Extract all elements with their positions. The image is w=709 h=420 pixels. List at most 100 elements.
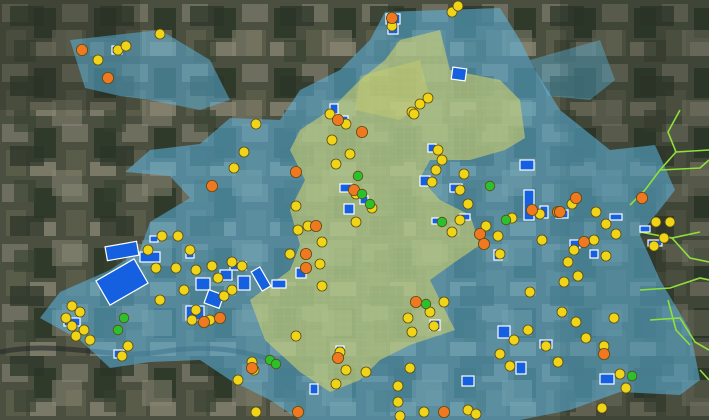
orange-map-marker[interactable] xyxy=(473,227,486,240)
orange-map-marker[interactable] xyxy=(598,347,611,360)
yellow-map-marker[interactable] xyxy=(290,330,302,342)
green-map-marker[interactable] xyxy=(626,370,638,382)
yellow-map-marker[interactable] xyxy=(154,28,166,40)
yellow-map-marker[interactable] xyxy=(292,224,304,236)
yellow-map-marker[interactable] xyxy=(426,176,438,188)
parcel-polygon[interactable] xyxy=(599,373,615,385)
yellow-map-marker[interactable] xyxy=(360,366,372,378)
orange-map-marker[interactable] xyxy=(245,361,258,374)
orange-map-marker[interactable] xyxy=(578,235,591,248)
orange-map-marker[interactable] xyxy=(437,405,450,418)
yellow-map-marker[interactable] xyxy=(614,368,626,380)
orange-map-marker[interactable] xyxy=(291,405,304,418)
yellow-map-marker[interactable] xyxy=(620,382,632,394)
parcel-polygon[interactable] xyxy=(519,159,535,171)
yellow-map-marker[interactable] xyxy=(394,410,406,420)
yellow-map-marker[interactable] xyxy=(524,286,536,298)
orange-map-marker[interactable] xyxy=(213,311,226,324)
yellow-map-marker[interactable] xyxy=(314,258,326,270)
yellow-map-marker[interactable] xyxy=(350,216,362,228)
yellow-map-marker[interactable] xyxy=(428,320,440,332)
parcel-polygon[interactable] xyxy=(343,203,355,215)
yellow-map-marker[interactable] xyxy=(406,326,418,338)
yellow-map-marker[interactable] xyxy=(92,54,104,66)
parcel-polygon[interactable] xyxy=(609,213,623,221)
yellow-map-marker[interactable] xyxy=(330,158,342,170)
yellow-map-marker[interactable] xyxy=(522,324,534,336)
yellow-map-marker[interactable] xyxy=(290,200,302,212)
map-view[interactable] xyxy=(0,0,709,420)
parcel-polygon[interactable] xyxy=(515,361,527,375)
yellow-map-marker[interactable] xyxy=(142,244,154,256)
green-map-marker[interactable] xyxy=(112,324,124,336)
yellow-map-marker[interactable] xyxy=(218,290,230,302)
parcel-polygon[interactable] xyxy=(497,325,511,339)
yellow-map-marker[interactable] xyxy=(206,260,218,272)
yellow-map-marker[interactable] xyxy=(438,296,450,308)
yellow-map-marker[interactable] xyxy=(658,232,670,244)
yellow-map-marker[interactable] xyxy=(458,168,470,180)
parcel-polygon[interactable] xyxy=(271,279,287,289)
yellow-map-marker[interactable] xyxy=(190,264,202,276)
yellow-map-marker[interactable] xyxy=(562,256,574,268)
orange-map-marker[interactable] xyxy=(299,261,312,274)
yellow-map-marker[interactable] xyxy=(430,164,442,176)
yellow-map-marker[interactable] xyxy=(600,250,612,262)
yellow-map-marker[interactable] xyxy=(402,312,414,324)
yellow-map-marker[interactable] xyxy=(236,260,248,272)
orange-map-marker[interactable] xyxy=(331,351,344,364)
yellow-map-marker[interactable] xyxy=(536,234,548,246)
green-map-marker[interactable] xyxy=(364,198,376,210)
yellow-map-marker[interactable] xyxy=(540,340,552,352)
yellow-map-marker[interactable] xyxy=(190,304,202,316)
yellow-map-marker[interactable] xyxy=(344,148,356,160)
yellow-map-marker[interactable] xyxy=(122,340,134,352)
yellow-map-marker[interactable] xyxy=(492,230,504,242)
parcel-polygon[interactable] xyxy=(237,275,251,291)
yellow-map-marker[interactable] xyxy=(250,406,262,418)
yellow-map-marker[interactable] xyxy=(418,406,430,418)
yellow-map-marker[interactable] xyxy=(404,362,416,374)
yellow-map-marker[interactable] xyxy=(454,184,466,196)
yellow-map-marker[interactable] xyxy=(610,228,622,240)
orange-map-marker[interactable] xyxy=(636,191,649,204)
orange-map-marker[interactable] xyxy=(102,72,115,85)
parcel-polygon[interactable] xyxy=(461,375,475,387)
green-map-marker[interactable] xyxy=(356,188,368,200)
green-map-marker[interactable] xyxy=(436,216,448,228)
yellow-map-marker[interactable] xyxy=(316,236,328,248)
orange-map-marker[interactable] xyxy=(331,114,344,127)
orange-map-marker[interactable] xyxy=(197,315,210,328)
yellow-map-marker[interactable] xyxy=(250,118,262,130)
yellow-map-marker[interactable] xyxy=(212,272,224,284)
yellow-map-marker[interactable] xyxy=(568,244,580,256)
orange-map-marker[interactable] xyxy=(309,219,322,232)
green-map-marker[interactable] xyxy=(420,298,432,310)
yellow-map-marker[interactable] xyxy=(66,320,78,332)
orange-map-marker[interactable] xyxy=(526,203,539,216)
green-map-marker[interactable] xyxy=(352,170,364,182)
orange-map-marker[interactable] xyxy=(76,44,89,57)
orange-map-marker[interactable] xyxy=(385,11,398,24)
yellow-map-marker[interactable] xyxy=(422,92,434,104)
yellow-map-marker[interactable] xyxy=(116,350,128,362)
orange-map-marker[interactable] xyxy=(205,179,218,192)
yellow-map-marker[interactable] xyxy=(228,162,240,174)
green-map-marker[interactable] xyxy=(484,180,496,192)
yellow-map-marker[interactable] xyxy=(446,226,458,238)
orange-map-marker[interactable] xyxy=(409,295,422,308)
yellow-map-marker[interactable] xyxy=(454,214,466,226)
yellow-map-marker[interactable] xyxy=(590,206,602,218)
yellow-map-marker[interactable] xyxy=(504,360,516,372)
yellow-map-marker[interactable] xyxy=(570,316,582,328)
yellow-map-marker[interactable] xyxy=(664,216,676,228)
yellow-map-marker[interactable] xyxy=(588,234,600,246)
yellow-map-marker[interactable] xyxy=(170,262,182,274)
yellow-map-marker[interactable] xyxy=(470,408,482,420)
orange-map-marker[interactable] xyxy=(289,165,302,178)
yellow-map-marker[interactable] xyxy=(392,380,404,392)
yellow-map-marker[interactable] xyxy=(648,240,660,252)
yellow-map-marker[interactable] xyxy=(432,144,444,156)
yellow-map-marker[interactable] xyxy=(120,40,132,52)
yellow-map-marker[interactable] xyxy=(154,294,166,306)
